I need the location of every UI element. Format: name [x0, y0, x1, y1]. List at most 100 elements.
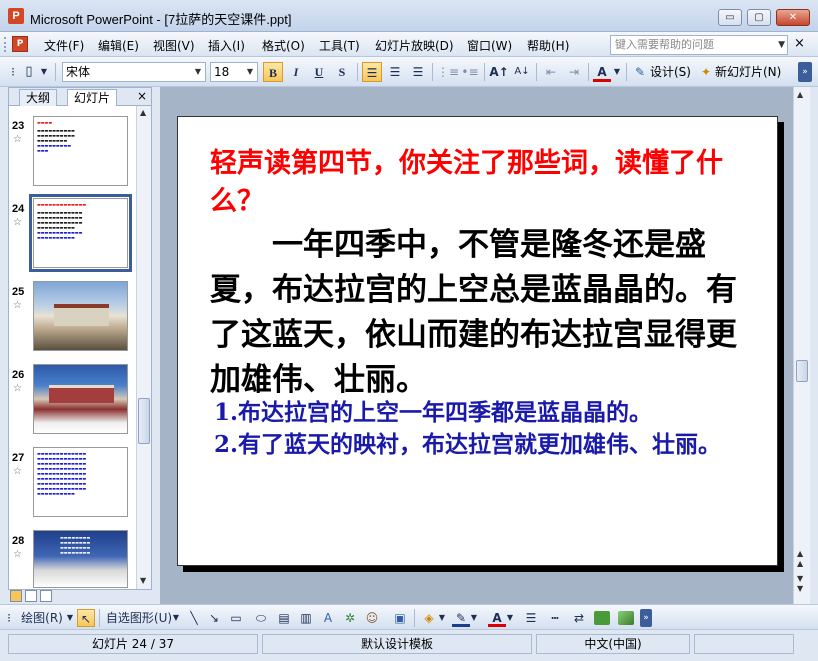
slide-thumbnail-25[interactable] — [33, 281, 128, 351]
shadow-button[interactable]: S — [332, 62, 352, 82]
slide-thumbnail-23[interactable]: ▬▬▬▬ ▬▬▬▬▬▬▬▬▬▬ ▬▬▬▬▬▬▬▬▬▬ ▬▬▬▬▬▬▬▬ ▬▬▬▬▬▬… — [33, 116, 128, 186]
scrollbar-thumb[interactable] — [138, 398, 150, 444]
scroll-down-icon[interactable]: ▼ — [140, 576, 146, 585]
shadow-style-icon[interactable] — [594, 611, 610, 625]
bullet-list-icon[interactable]: •≡ — [460, 62, 480, 82]
line-color-icon[interactable]: ✎ — [452, 609, 470, 627]
diagram-icon[interactable]: ✲ — [342, 609, 358, 627]
chevron-down-icon[interactable]: ▼ — [470, 609, 478, 627]
wordart-icon[interactable]: A — [320, 609, 336, 627]
close-panel-button[interactable]: × — [137, 89, 147, 103]
chevron-down-icon[interactable]: ▼ — [506, 609, 514, 627]
minimize-button[interactable]: ▭ — [718, 9, 742, 26]
chevron-down-icon[interactable]: ▼ — [66, 609, 74, 627]
chevron-down-icon[interactable]: ▼ — [244, 63, 256, 81]
slide-thumbnail-26[interactable] — [33, 364, 128, 434]
document-icon[interactable]: P — [12, 36, 28, 52]
menubar-grip[interactable] — [4, 37, 7, 52]
scroll-up-icon[interactable]: ▲ — [797, 549, 803, 558]
new-document-icon[interactable]: ▯ — [20, 62, 38, 82]
tab-slides[interactable]: 幻灯片 — [67, 89, 118, 106]
help-placeholder: 键入需要帮助的问题 — [615, 38, 714, 51]
chevron-down-icon[interactable]: ▼ — [192, 63, 204, 81]
chevron-down-icon[interactable]: ▼ — [438, 609, 446, 627]
decrease-indent-icon[interactable]: ⇤ — [541, 62, 561, 82]
align-center-icon[interactable]: ☰ — [385, 62, 405, 82]
picture-icon[interactable]: ▣ — [392, 609, 408, 627]
clip-art-icon[interactable]: ☺ — [364, 609, 380, 627]
vertical-text-box-icon[interactable]: ▥ — [298, 609, 314, 627]
italic-button[interactable]: I — [286, 62, 306, 82]
chevron-down-icon[interactable]: ▼ — [778, 36, 785, 54]
arrow-style-icon[interactable]: ⇄ — [570, 609, 588, 627]
dash-style-icon[interactable]: ┅ — [546, 609, 564, 627]
underline-button[interactable]: U — [309, 62, 329, 82]
bold-button[interactable]: B — [263, 62, 283, 82]
menu-help[interactable]: 帮助(H) — [527, 37, 569, 54]
autoshapes-menu-button[interactable]: 自选图形(U) — [104, 609, 174, 627]
decrease-font-icon[interactable]: A↓ — [512, 62, 532, 82]
toolbar-options-icon[interactable]: » — [640, 609, 652, 627]
3d-style-icon[interactable] — [618, 611, 634, 625]
next-slide-icon[interactable]: ▼ — [797, 574, 803, 583]
slide-thumbnail-24[interactable]: ▬▬▬▬▬▬▬▬▬▬▬▬▬ ▬▬▬▬▬▬▬▬▬▬▬▬ ▬▬▬▬▬▬▬▬▬▬▬▬ ▬▬… — [29, 194, 132, 272]
slide-canvas[interactable]: 轻声读第四节，你关注了那些词，读懂了什么？ 一年四季中，不管是隆冬还是盛夏，布达… — [177, 116, 778, 566]
design-button[interactable]: 设计(S) — [650, 62, 691, 82]
align-right-icon[interactable]: ☰ — [408, 62, 428, 82]
toolbar-grip[interactable]: ⁝ — [4, 609, 14, 627]
slide-scrollbar[interactable]: ▲ ▲ ▲ ▼ ▼ — [793, 87, 810, 604]
chevron-down-icon[interactable]: ▼ — [172, 609, 180, 627]
slide-thumbnail-27[interactable]: ▬▬▬▬▬▬▬▬▬▬▬▬▬ ▬▬▬▬▬▬▬▬▬▬▬▬▬ ▬▬▬▬▬▬▬▬▬▬▬▬▬ ▬… — [33, 447, 128, 517]
slide-number: 25 — [12, 286, 25, 298]
tab-outline[interactable]: 大纲 — [19, 89, 58, 106]
font-color-icon[interactable]: A — [593, 62, 611, 82]
align-left-icon[interactable]: ☰ — [362, 62, 382, 82]
menu-file[interactable]: 文件(F) — [44, 37, 84, 54]
menu-window[interactable]: 窗口(W) — [467, 37, 512, 54]
menu-format[interactable]: 格式(O) — [262, 37, 305, 54]
line-icon[interactable]: ╲ — [186, 609, 202, 627]
line-style-icon[interactable]: ☰ — [522, 609, 540, 627]
help-search-input[interactable]: 键入需要帮助的问题 ▼ — [610, 35, 788, 55]
slides-panel-scrollbar[interactable]: ▲ ▼ — [136, 106, 151, 589]
oval-icon[interactable]: ⬭ — [252, 609, 270, 627]
font-color-icon[interactable]: A — [488, 609, 506, 627]
menu-view[interactable]: 视图(V) — [153, 37, 195, 54]
toolbar-options-icon[interactable]: » — [798, 62, 812, 82]
scroll-down-icon[interactable]: ▼ — [797, 584, 803, 593]
menu-edit[interactable]: 编辑(E) — [98, 37, 139, 54]
close-document-button[interactable]: × — [794, 36, 805, 51]
maximize-button[interactable]: ▢ — [747, 9, 771, 26]
rectangle-icon[interactable]: ▭ — [228, 609, 244, 627]
slide-sorter-view-icon[interactable] — [25, 590, 37, 602]
slide-answer-points[interactable]: 1.布达拉宫的上空一年四季都是蓝晶晶的。 2.有了蓝天的映衬，布达拉宫就更加雄伟… — [214, 397, 744, 461]
draw-menu-button[interactable]: 绘图(R) — [16, 609, 68, 627]
menu-insert[interactable]: 插入(I) — [208, 37, 245, 54]
normal-view-icon[interactable] — [10, 590, 22, 602]
slide-heading[interactable]: 轻声读第四节，你关注了那些词，读懂了什么？ — [210, 145, 750, 221]
slide-body-text[interactable]: 一年四季中，不管是隆冬还是盛夏，布达拉宫的上空总是蓝晶晶的。有了这蓝天，依山而建… — [210, 223, 755, 403]
previous-slide-icon[interactable]: ▲ — [797, 559, 803, 568]
font-size-select[interactable]: 18 ▼ — [210, 62, 258, 82]
increase-indent-icon[interactable]: ⇥ — [564, 62, 584, 82]
slide-thumbnail-28[interactable]: ▬▬▬▬▬▬▬▬ ▬▬▬▬▬▬▬▬ ▬▬▬▬▬▬▬▬ ▬▬▬▬▬▬▬▬ — [33, 530, 128, 588]
menu-slideshow[interactable]: 幻灯片放映(D) — [375, 37, 454, 54]
template-status[interactable]: 默认设计模板 — [262, 634, 532, 654]
numbered-list-icon[interactable]: ⋮≡ — [437, 62, 459, 82]
slideshow-view-icon[interactable] — [40, 590, 52, 602]
menu-tools[interactable]: 工具(T) — [319, 37, 360, 54]
scrollbar-thumb[interactable] — [796, 360, 808, 382]
increase-font-icon[interactable]: A↑ — [489, 62, 509, 82]
close-window-button[interactable]: ✕ — [776, 9, 810, 26]
chevron-down-icon[interactable]: ▼ — [39, 62, 49, 82]
font-name-select[interactable]: 宋体 ▼ — [62, 62, 206, 82]
new-slide-button[interactable]: 新幻灯片(N) — [715, 62, 781, 82]
chevron-down-icon[interactable]: ▼ — [612, 62, 622, 82]
arrow-icon[interactable]: ↘ — [206, 609, 222, 627]
fill-color-icon[interactable]: ◈ — [420, 609, 438, 627]
text-box-icon[interactable]: ▤ — [276, 609, 292, 627]
scroll-up-icon[interactable]: ▲ — [797, 90, 803, 99]
scroll-up-icon[interactable]: ▲ — [140, 108, 146, 117]
toolbar-grip[interactable]: ⁝ — [6, 62, 20, 82]
select-pointer-icon[interactable]: ↖ — [77, 609, 95, 627]
